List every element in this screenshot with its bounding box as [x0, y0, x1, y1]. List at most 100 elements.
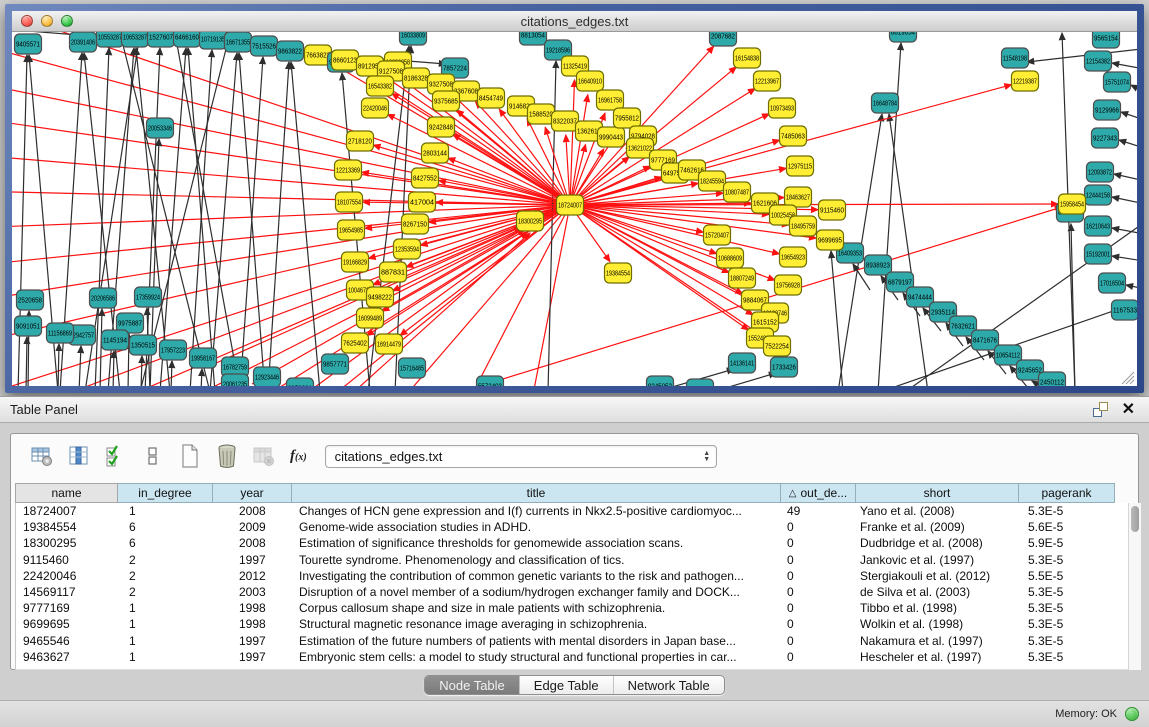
table-cell[interactable]: Estimation of significance thresholds fo… [293, 535, 782, 551]
graph-node[interactable]: 9857771 [322, 354, 349, 374]
table-cell[interactable]: 5.3E-5 [1020, 616, 1116, 632]
graph-node[interactable]: 15751074 [1104, 72, 1131, 92]
graph-node[interactable]: 9242848 [428, 117, 455, 137]
table-cell[interactable]: 2 [119, 552, 214, 568]
graph-node[interactable]: 18245594 [699, 171, 726, 191]
graph-node[interactable]: 8454749 [478, 88, 505, 108]
column-header-year[interactable]: year [213, 483, 292, 503]
graph-node[interactable]: 2087682 [710, 32, 737, 46]
graph-node[interactable]: 1588520 [528, 104, 555, 124]
table-cell[interactable]: 18724007 [16, 503, 119, 519]
table-cell[interactable]: 1 [119, 616, 214, 632]
table-cell[interactable]: 5.3E-5 [1020, 600, 1116, 616]
row-options-icon[interactable] [140, 443, 166, 469]
citation-edge-black[interactable] [268, 62, 289, 386]
graph-node[interactable]: 16648784 [872, 93, 899, 113]
table-cell[interactable]: Structural magnetic resonance image aver… [293, 616, 782, 632]
citation-edge-black[interactable] [210, 53, 237, 386]
table-cell[interactable]: 2012 [214, 568, 293, 584]
citation-edge-black[interactable] [1112, 228, 1137, 235]
graph-node[interactable]: 1167533 [1112, 300, 1138, 320]
graph-node[interactable]: 9375685 [433, 91, 460, 111]
graph-node[interactable]: 8660123 [332, 50, 359, 70]
table-cell[interactable]: Nakamura et al. (1997) [857, 633, 1020, 649]
graph-node[interactable]: 9091051 [15, 316, 42, 336]
show-columns-icon[interactable] [66, 443, 92, 469]
graph-node[interactable]: 19166829 [342, 252, 369, 272]
graph-node[interactable]: 20206586 [90, 288, 117, 308]
graph-node[interactable]: 887831 [380, 262, 407, 282]
table-row[interactable]: 1938455462009Genome-wide association stu… [16, 519, 1128, 535]
network-canvas[interactable]: 9405571203914061055328710653287152760764… [12, 32, 1137, 386]
graph-node[interactable]: 12154382 [1085, 51, 1112, 71]
table-cell[interactable]: 9465546 [16, 633, 119, 649]
table-cell[interactable]: Franke et al. (2009) [857, 519, 1020, 535]
graph-node[interactable]: 9474444 [907, 287, 934, 307]
table-cell[interactable]: 18300295 [16, 535, 119, 551]
table-cell[interactable]: 1 [119, 649, 214, 665]
table-mode-icon[interactable] [29, 443, 55, 469]
graph-node[interactable]: 10719135 [200, 32, 227, 49]
table-cell[interactable]: 0 [782, 535, 857, 551]
node-table[interactable]: namein_degreeyeartitle△out_de...shortpag… [15, 483, 1128, 670]
table-cell[interactable]: 5.3E-5 [1020, 649, 1116, 665]
zoom-window-icon[interactable] [61, 15, 73, 27]
citation-edge-black[interactable] [1112, 63, 1137, 70]
graph-node[interactable]: 2520658 [17, 290, 44, 310]
graph-node[interactable]: 1145194 [102, 330, 129, 350]
table-cell[interactable]: Embryonic stem cells: a model to study s… [293, 649, 782, 665]
table-row[interactable]: 969969511998Structural magnetic resonanc… [16, 616, 1128, 632]
table-cell[interactable]: 5.3E-5 [1020, 503, 1116, 519]
table-cell[interactable]: 0 [782, 519, 857, 535]
column-header-short[interactable]: short [856, 483, 1019, 503]
citation-edge-black[interactable] [113, 351, 114, 386]
create-column-icon[interactable] [177, 443, 203, 469]
window-titlebar[interactable]: citations_edges.txt [12, 11, 1137, 32]
citation-edge-black[interactable] [201, 369, 202, 386]
graph-node[interactable]: 12353594 [394, 239, 421, 259]
citation-edge-red[interactable] [12, 205, 570, 230]
graph-node[interactable]: 1527607 [148, 32, 175, 47]
table-cell[interactable]: 1 [119, 600, 214, 616]
column-header-in_degree[interactable]: in_degree [118, 483, 213, 503]
graph-node[interactable]: 16033809 [400, 32, 427, 45]
graph-node[interactable]: 7625402 [342, 333, 369, 353]
citation-edge-black[interactable] [79, 346, 81, 386]
graph-node[interactable]: 8956221 [287, 378, 314, 386]
citation-edge-black[interactable] [1112, 197, 1137, 205]
table-cell[interactable]: Wolkin et al. (1998) [857, 616, 1020, 632]
table-cell[interactable]: 1998 [214, 616, 293, 632]
function-builder-icon[interactable]: f(x) [290, 448, 307, 465]
citation-edge-black[interactable] [26, 337, 27, 386]
graph-node[interactable]: 17957223 [160, 340, 187, 360]
graph-node[interactable]: 2450112 [1039, 372, 1066, 386]
graph-node[interactable]: 10553287 [97, 32, 124, 47]
table-cell[interactable]: 5.3E-5 [1020, 633, 1116, 649]
graph-node[interactable]: 7515526 [251, 36, 278, 56]
graph-node[interactable]: 9227343 [1092, 128, 1119, 148]
table-row[interactable]: 1872400712008Changes of HCN gene express… [16, 503, 1128, 519]
citation-edge-black[interactable] [1114, 174, 1137, 182]
table-cell[interactable]: Jankovic et al. (1997) [857, 552, 1020, 568]
citation-edge-black[interactable] [1131, 85, 1137, 95]
graph-node[interactable]: 9990443 [598, 127, 625, 147]
table-cell[interactable]: 5.3E-5 [1020, 584, 1116, 600]
table-cell[interactable]: 0 [782, 552, 857, 568]
table-cell[interactable]: Investigating the contribution of common… [293, 568, 782, 584]
citation-edge-black[interactable] [880, 300, 1137, 386]
table-cell[interactable]: 5.3E-5 [1020, 552, 1116, 568]
table-row[interactable]: 946554611997Estimation of the future num… [16, 633, 1128, 649]
table-cell[interactable]: 14569117 [16, 584, 119, 600]
graph-node[interactable]: 8427552 [412, 168, 439, 188]
canvas-resize-grip[interactable] [1122, 372, 1134, 384]
table-cell[interactable]: 9777169 [16, 600, 119, 616]
graph-node[interactable]: 19958167 [190, 348, 217, 368]
table-row[interactable]: 977716911998Corpus callosum shape and si… [16, 600, 1128, 616]
table-header-row[interactable]: namein_degreeyeartitle△out_de...shortpag… [15, 483, 1128, 503]
graph-node[interactable]: 7522254 [764, 336, 791, 356]
graph-node[interactable]: 16914479 [376, 334, 403, 354]
table-row[interactable]: 2242004622012Investigating the contribut… [16, 568, 1128, 584]
graph-node[interactable]: 9863822 [277, 41, 304, 61]
graph-node[interactable]: 9405571 [15, 34, 42, 54]
table-select-dropdown[interactable]: citations_edges.txt ▲▼ [325, 445, 717, 468]
